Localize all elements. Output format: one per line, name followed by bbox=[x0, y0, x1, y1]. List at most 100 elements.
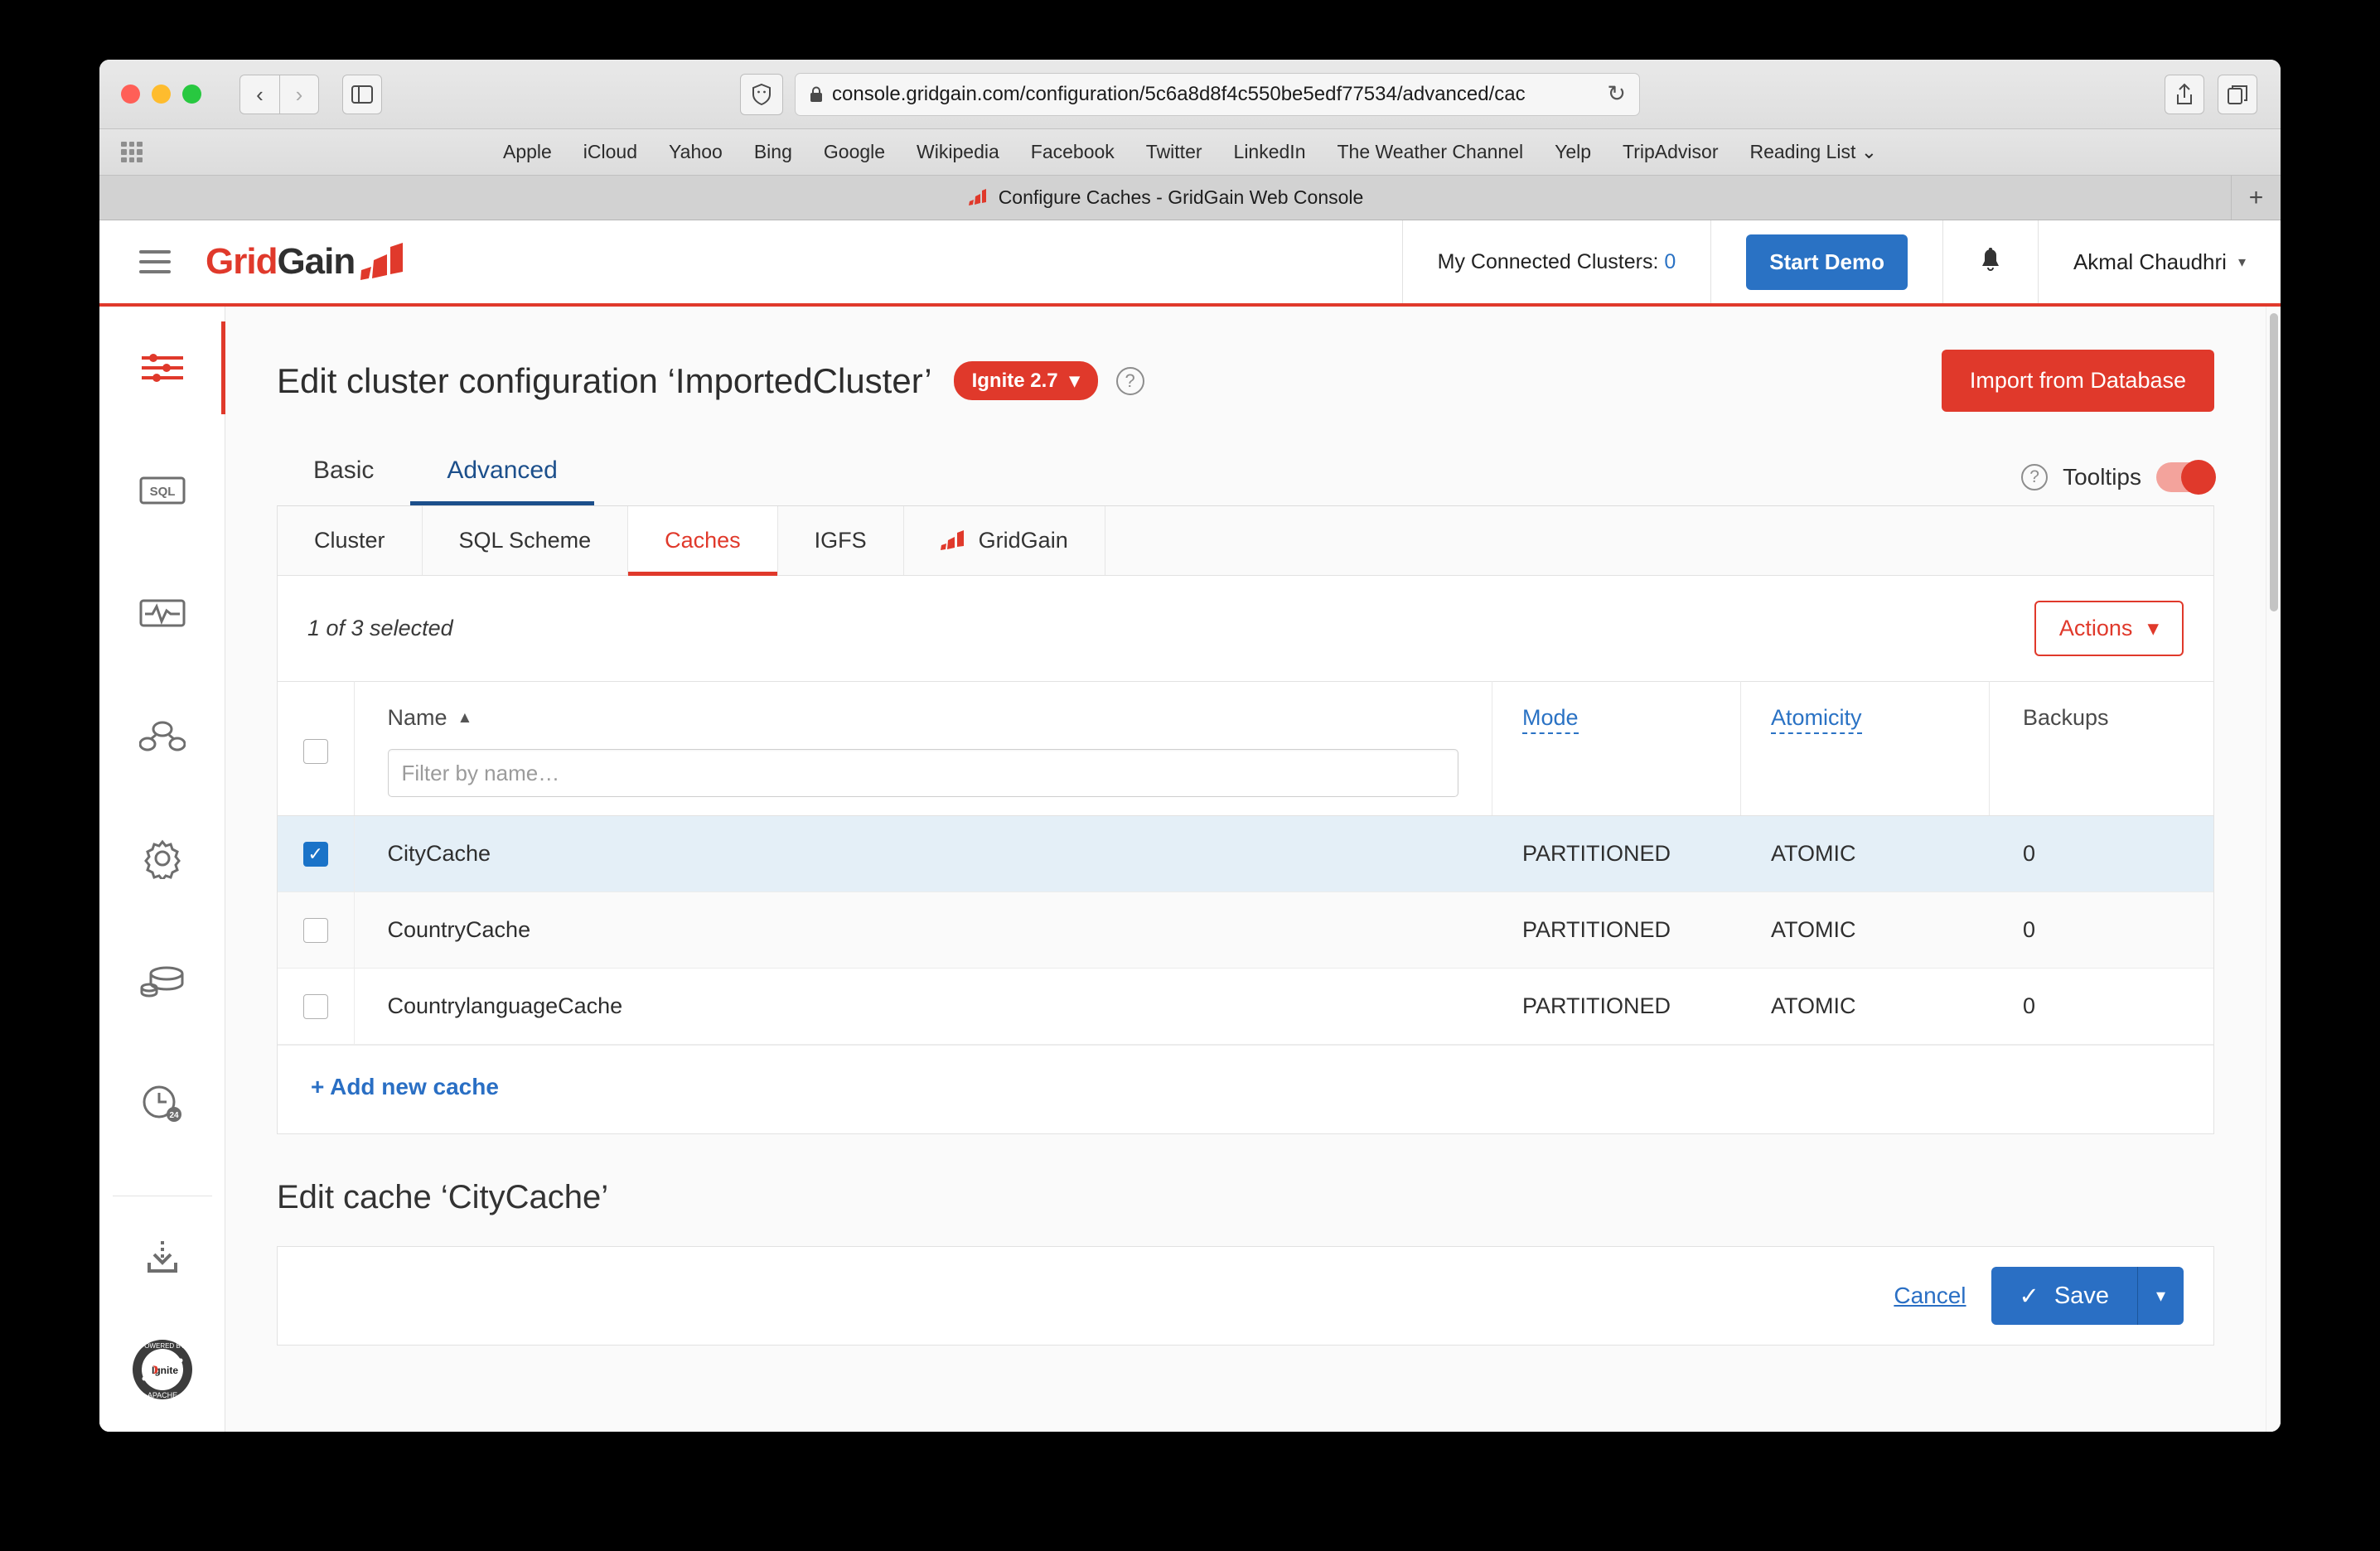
minimize-window-button[interactable] bbox=[152, 85, 171, 104]
bookmark-item-reading-list[interactable]: Reading List ⌄ bbox=[1749, 141, 1877, 163]
sidebar-item-configuration[interactable] bbox=[99, 307, 225, 429]
sidebar-item-caches[interactable] bbox=[99, 920, 225, 1042]
sidebar-item-queries[interactable]: SQL bbox=[99, 429, 225, 552]
column-header-mode[interactable]: Mode bbox=[1492, 681, 1741, 816]
select-all-checkbox[interactable] bbox=[302, 738, 328, 764]
navigation-buttons[interactable]: ‹ › bbox=[239, 74, 319, 114]
cancel-button[interactable]: Cancel bbox=[1894, 1283, 1966, 1309]
address-bar-area: console.gridgain.com/configuration/5c6a8… bbox=[740, 72, 1640, 116]
cell-backups: 0 bbox=[1989, 891, 2213, 969]
maximize-window-button[interactable] bbox=[182, 85, 201, 104]
bookmark-item[interactable]: Apple bbox=[503, 141, 552, 163]
bookmark-item[interactable]: TripAdvisor bbox=[1623, 141, 1718, 163]
row-select-cell[interactable]: ✓ bbox=[278, 815, 355, 892]
tab-basic[interactable]: Basic bbox=[277, 445, 410, 505]
share-button[interactable] bbox=[2165, 74, 2204, 114]
sidebar-item-settings[interactable] bbox=[99, 797, 225, 920]
bookmark-item[interactable]: Google bbox=[824, 141, 885, 163]
column-header-atomicity[interactable]: Atomicity bbox=[1740, 681, 1990, 816]
logo-text-grid: Grid bbox=[206, 241, 278, 282]
tab-advanced[interactable]: Advanced bbox=[410, 445, 594, 505]
bookmark-item[interactable]: iCloud bbox=[583, 141, 637, 163]
tabs-icon bbox=[2228, 85, 2247, 104]
actions-button[interactable]: Actions ▾ bbox=[2034, 601, 2184, 656]
gridgain-mark-icon bbox=[360, 243, 404, 280]
cell-mode: PARTITIONED bbox=[1492, 968, 1741, 1045]
bookmark-item[interactable]: Bing bbox=[754, 141, 792, 163]
web-app: GridGain My Connected Clusters: 0 Start … bbox=[99, 220, 2281, 1432]
add-new-cache-link[interactable]: + Add new cache bbox=[311, 1074, 499, 1099]
row-checkbox[interactable] bbox=[302, 918, 328, 944]
notifications-cell[interactable] bbox=[1942, 220, 2038, 303]
help-icon[interactable]: ? bbox=[1115, 366, 1144, 395]
reload-icon[interactable]: ↻ bbox=[1607, 81, 1626, 107]
row-checkbox[interactable]: ✓ bbox=[302, 842, 328, 867]
sidebar-toggle-button[interactable] bbox=[342, 74, 382, 114]
user-menu[interactable]: Akmal Chaudhri ▾ bbox=[2037, 220, 2281, 303]
gridgain-logo[interactable]: GridGain bbox=[206, 241, 406, 283]
row-checkbox[interactable] bbox=[302, 994, 328, 1020]
caches-table-body: ✓ CityCache PARTITIONED ATOMIC 0 Country… bbox=[278, 815, 2213, 1045]
sidebar-item-history[interactable]: 24 bbox=[99, 1042, 225, 1165]
save-button[interactable]: ✓ Save ▾ bbox=[1991, 1267, 2184, 1325]
subtab-sql-scheme[interactable]: SQL Scheme bbox=[423, 506, 629, 575]
menu-hamburger-icon[interactable] bbox=[139, 244, 171, 280]
bookmarks-bar: Apple iCloud Yahoo Bing Google Wikipedia… bbox=[99, 129, 2281, 176]
tooltips-control: ? Tooltips bbox=[2003, 460, 2216, 505]
forward-button[interactable]: › bbox=[279, 74, 319, 114]
show-favorites-icon[interactable] bbox=[121, 141, 143, 163]
sidebar-item-download[interactable] bbox=[99, 1208, 225, 1307]
table-row[interactable]: ✓ CityCache PARTITIONED ATOMIC 0 bbox=[278, 815, 2213, 892]
sidebar-item-monitoring[interactable] bbox=[99, 552, 225, 674]
powered-by-apache-ignite-badge[interactable]: POWERED BY APACHE Ignite bbox=[99, 1307, 225, 1432]
browser-tab[interactable]: Configure Caches - GridGain Web Console bbox=[99, 176, 2231, 220]
column-header-mode-label[interactable]: Mode bbox=[1522, 705, 1579, 734]
bookmark-item[interactable]: Yahoo bbox=[669, 141, 723, 163]
bookmark-item[interactable]: The Weather Channel bbox=[1337, 141, 1523, 163]
bookmark-item[interactable]: Facebook bbox=[1031, 141, 1115, 163]
back-button[interactable]: ‹ bbox=[239, 74, 279, 114]
start-demo-button[interactable]: Start Demo bbox=[1746, 234, 1908, 290]
filter-by-name-input[interactable] bbox=[387, 749, 1458, 797]
shield-icon bbox=[752, 83, 771, 105]
subtab-igfs[interactable]: IGFS bbox=[778, 506, 904, 575]
row-select-cell[interactable] bbox=[278, 891, 355, 969]
new-tab-button[interactable]: + bbox=[2231, 176, 2281, 220]
gridgain-favicon-icon bbox=[968, 188, 986, 205]
window-controls[interactable] bbox=[121, 85, 201, 104]
close-window-button[interactable] bbox=[121, 85, 140, 104]
bookmark-item[interactable]: Yelp bbox=[1555, 141, 1591, 163]
version-badge[interactable]: Ignite 2.7 ▾ bbox=[953, 361, 1098, 400]
bell-icon[interactable] bbox=[1978, 247, 2003, 277]
table-row[interactable]: CountrylanguageCache PARTITIONED ATOMIC … bbox=[278, 968, 2213, 1045]
save-dropdown-button[interactable]: ▾ bbox=[2136, 1267, 2184, 1325]
table-row[interactable]: CountryCache PARTITIONED ATOMIC 0 bbox=[278, 891, 2213, 969]
nodes-icon bbox=[138, 721, 186, 751]
page-scrollbar[interactable] bbox=[2266, 307, 2281, 1432]
row-select-cell[interactable] bbox=[278, 968, 355, 1045]
browser-window: ‹ › console.gridgain.com/configuration/5… bbox=[99, 60, 2281, 1432]
subtab-cluster[interactable]: Cluster bbox=[278, 506, 423, 575]
sub-tabs: Cluster SQL Scheme Caches IGFS GridGain bbox=[278, 506, 2213, 576]
bookmark-item[interactable]: Wikipedia bbox=[917, 141, 999, 163]
app-header-right: My Connected Clusters: 0 Start Demo Akma… bbox=[1401, 220, 2281, 303]
url-input[interactable]: console.gridgain.com/configuration/5c6a8… bbox=[795, 72, 1640, 116]
sidebar-item-clusters[interactable] bbox=[99, 674, 225, 797]
page-scrollbar-thumb[interactable] bbox=[2270, 313, 2278, 611]
tooltips-help-icon[interactable]: ? bbox=[2021, 464, 2049, 490]
chevron-down-icon: ▾ bbox=[2155, 1285, 2165, 1306]
subtab-gridgain[interactable]: GridGain bbox=[904, 506, 1105, 575]
select-all-header[interactable] bbox=[278, 681, 355, 816]
column-header-atomicity-label[interactable]: Atomicity bbox=[1771, 705, 1862, 734]
subtab-caches[interactable]: Caches bbox=[628, 506, 778, 576]
bookmark-item[interactable]: LinkedIn bbox=[1234, 141, 1306, 163]
tooltips-label: Tooltips bbox=[2063, 464, 2141, 490]
tooltips-toggle[interactable] bbox=[2156, 460, 2216, 495]
column-header-backups[interactable]: Backups bbox=[1989, 681, 2213, 816]
column-header-name[interactable]: Name ▲ bbox=[354, 681, 1492, 816]
import-from-database-button[interactable]: Import from Database bbox=[1941, 350, 2214, 412]
privacy-report-button[interactable] bbox=[740, 73, 783, 115]
bookmark-item[interactable]: Twitter bbox=[1146, 141, 1202, 163]
edit-cache-title: Edit cache ‘CityCache’ bbox=[277, 1179, 609, 1215]
show-tabs-button[interactable] bbox=[2218, 74, 2257, 114]
